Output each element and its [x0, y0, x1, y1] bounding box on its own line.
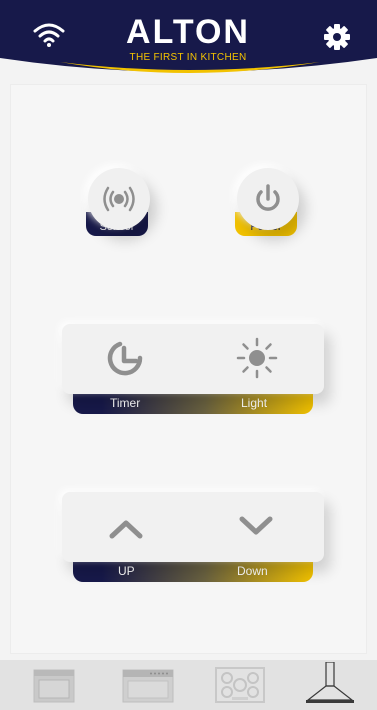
sensor-button[interactable]	[88, 168, 150, 230]
down-label: Down	[237, 564, 268, 578]
nav-item-cooktop[interactable]	[210, 660, 270, 710]
light-button[interactable]	[193, 324, 324, 394]
chevron-down-icon	[239, 516, 273, 535]
gear-icon[interactable]	[322, 22, 352, 52]
bottom-nav	[0, 660, 377, 710]
brand-logo: ALTON	[126, 13, 250, 51]
app-header: ALTON THE FIRST IN KITCHEN	[0, 0, 377, 82]
up-down-control: UP Down	[62, 492, 324, 588]
up-label: UP	[118, 564, 135, 578]
power-control: Power	[225, 150, 315, 270]
timer-icon	[107, 341, 143, 376]
sensor-icon	[103, 186, 135, 212]
cooktop-icon	[215, 667, 265, 703]
app-screen: ALTON THE FIRST IN KITCHEN Timer Light U…	[0, 0, 377, 710]
chevron-up-icon	[109, 520, 143, 539]
up-button[interactable]	[62, 492, 193, 562]
dishwasher-icon	[122, 669, 174, 703]
timer-light-panel	[62, 324, 324, 394]
nav-item-oven[interactable]	[28, 660, 80, 710]
power-button[interactable]	[237, 168, 299, 230]
up-down-panel	[62, 492, 324, 562]
oven-icon	[33, 669, 75, 703]
range-hood-icon	[306, 662, 354, 703]
wifi-icon[interactable]	[32, 22, 66, 48]
light-label: Light	[241, 396, 268, 410]
light-icon	[236, 337, 278, 379]
timer-button[interactable]	[62, 324, 193, 394]
nav-item-range-hood[interactable]	[300, 660, 360, 710]
brand-tagline: THE FIRST IN KITCHEN	[129, 52, 247, 63]
sensor-control: Sensor	[76, 150, 166, 270]
nav-item-dishwasher[interactable]	[118, 660, 178, 710]
down-button[interactable]	[193, 492, 324, 562]
timer-light-control: Timer Light	[62, 324, 324, 420]
timer-label: Timer	[110, 396, 141, 410]
power-icon	[256, 184, 280, 211]
